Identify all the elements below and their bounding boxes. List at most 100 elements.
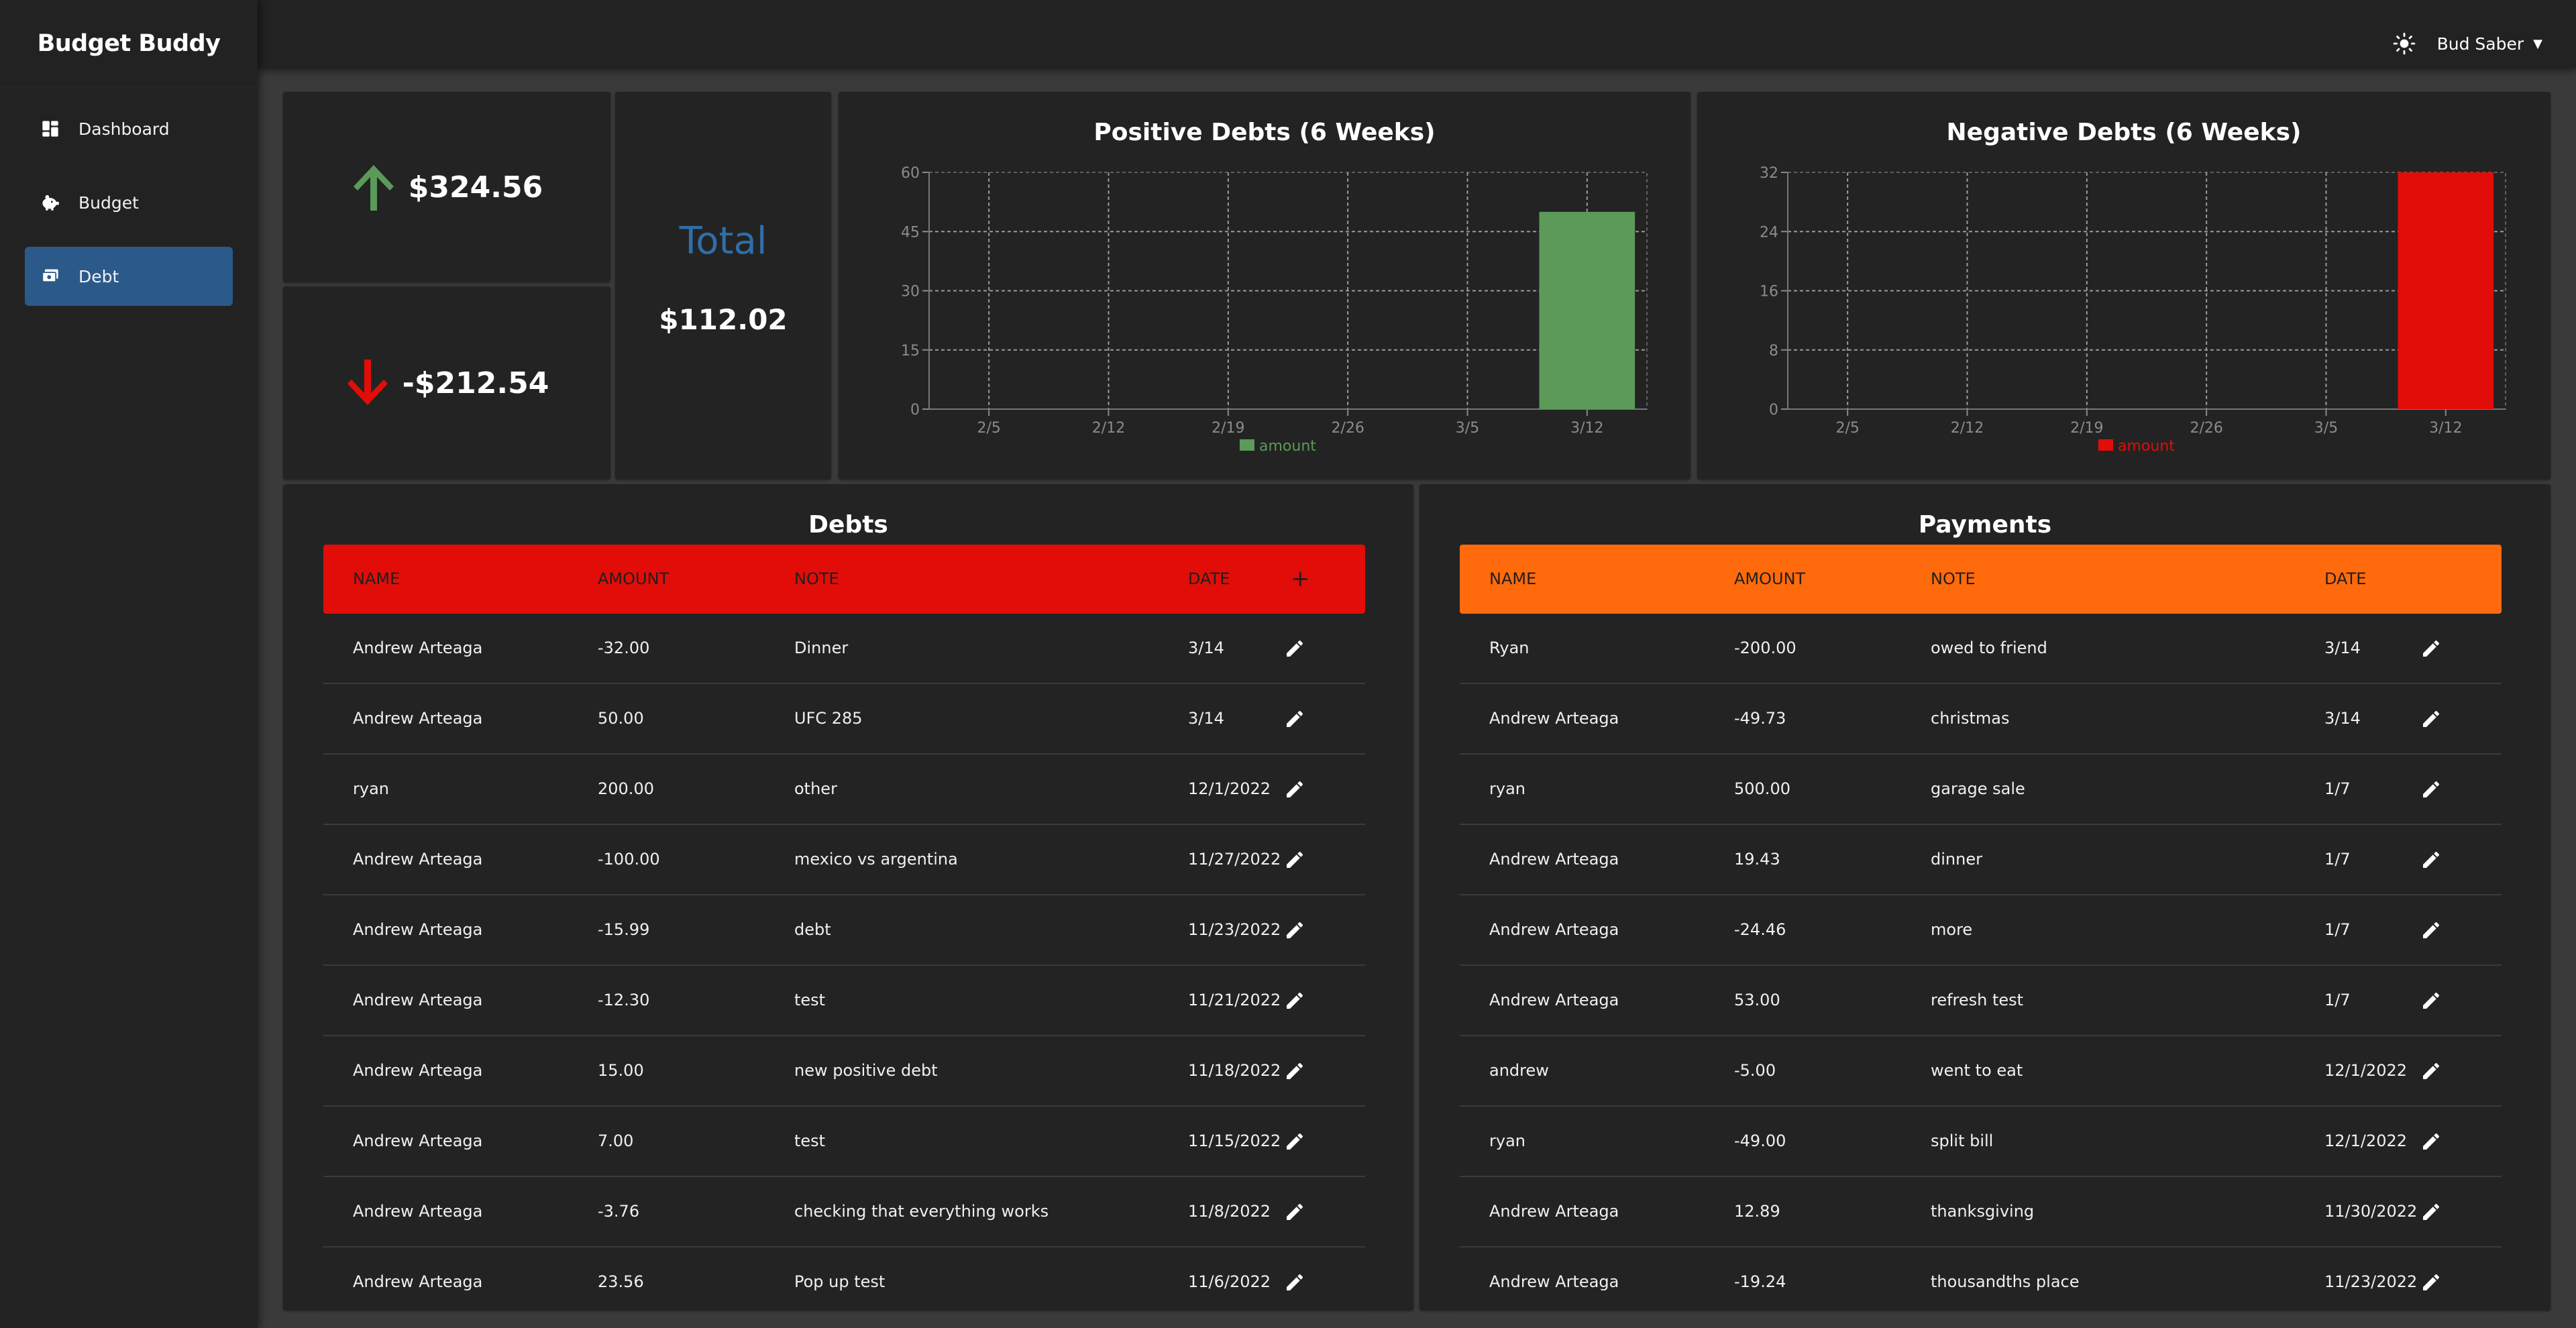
column-header-note[interactable]: NOTE <box>1931 545 1976 614</box>
sidebar-item-debt[interactable]: Debt <box>25 247 233 306</box>
edit-icon[interactable] <box>1284 849 1305 871</box>
payment-cell-amount: 19.43 <box>1734 850 1780 869</box>
payment-cell-name: Andrew Arteaga <box>1489 920 1619 939</box>
edit-icon[interactable] <box>2420 1272 2442 1293</box>
sidebar-item-dashboard[interactable]: Dashboard <box>25 99 233 158</box>
user-menu[interactable]: Bud Saber ▼ <box>2393 0 2542 87</box>
column-header-date[interactable]: DATE <box>1188 545 1230 614</box>
edit-icon[interactable] <box>2420 1201 2442 1223</box>
payment-cell-date: 1/7 <box>2324 991 2351 1009</box>
column-header-amount[interactable]: AMOUNT <box>1734 545 1805 614</box>
total-value: $112.02 <box>659 303 788 336</box>
edit-icon[interactable] <box>1284 779 1305 800</box>
edit-icon[interactable] <box>2420 849 2442 871</box>
payment-cell-date: 1/7 <box>2324 779 2351 798</box>
y-tick-label: 60 <box>901 165 920 182</box>
x-tick-label: 2/12 <box>1092 420 1125 437</box>
debt-cell-date: 11/15/2022 <box>1188 1131 1281 1150</box>
chevron-down-icon[interactable]: ▼ <box>2533 37 2542 51</box>
positive-debts-chart-card: Positive Debts (6 Weeks) 0 15 30 45 60 2/5 2/1… <box>839 92 1690 480</box>
payment-cell-amount: -19.24 <box>1734 1272 1786 1291</box>
payment-cell-amount: -5.00 <box>1734 1061 1776 1080</box>
debt-row: Andrew Arteaga 50.00 UFC 285 3/14 <box>323 684 1365 755</box>
edit-icon[interactable] <box>1284 1131 1305 1152</box>
edit-icon[interactable] <box>2420 779 2442 800</box>
edit-icon[interactable] <box>1284 1272 1305 1293</box>
edit-icon[interactable] <box>1284 920 1305 941</box>
x-tick-label: 2/5 <box>1835 420 1859 437</box>
debt-cell-name: Andrew Arteaga <box>353 1272 483 1291</box>
debt-cell-date: 11/6/2022 <box>1188 1272 1271 1291</box>
app-title: Budget Buddy <box>0 0 258 87</box>
edit-icon[interactable] <box>2420 1060 2442 1082</box>
y-tick-label: 0 <box>910 402 920 419</box>
debt-cell-date: 11/18/2022 <box>1188 1061 1281 1080</box>
total-card: Total $112.02 <box>615 92 831 480</box>
column-header-name[interactable]: NAME <box>1489 545 1536 614</box>
sidebar-item-budget[interactable]: Budget <box>25 173 233 232</box>
user-name[interactable]: Bud Saber <box>2437 34 2524 54</box>
sidebar-item-label: Budget <box>78 192 139 213</box>
debt-cell-amount: -3.76 <box>598 1202 640 1221</box>
money-icon <box>41 267 60 286</box>
payment-cell-amount: -49.00 <box>1734 1131 1786 1150</box>
edit-icon[interactable] <box>2420 708 2442 730</box>
x-tick-label: 2/5 <box>977 420 1000 437</box>
edit-icon[interactable] <box>1284 638 1305 659</box>
payment-cell-amount: -200.00 <box>1734 639 1796 657</box>
arrow-down-icon <box>347 359 388 405</box>
debt-row: Andrew Arteaga 15.00 new positive debt 11/1… <box>323 1036 1365 1107</box>
edit-icon[interactable] <box>1284 708 1305 730</box>
y-tick-label: 30 <box>901 284 920 300</box>
x-tick-label: 2/19 <box>2070 420 2103 437</box>
debt-cell-date: 12/1/2022 <box>1188 779 1271 798</box>
debt-row: ryan 200.00 other 12/1/2022 <box>323 755 1365 825</box>
debt-cell-name: Andrew Arteaga <box>353 1202 483 1221</box>
debt-cell-note: debt <box>794 920 831 939</box>
edit-icon[interactable] <box>2420 1131 2442 1152</box>
debt-cell-amount: 50.00 <box>598 709 644 728</box>
edit-icon[interactable] <box>1284 1201 1305 1223</box>
payment-cell-name: Andrew Arteaga <box>1489 991 1619 1009</box>
x-tick-label: 3/5 <box>2314 420 2338 437</box>
payment-cell-amount: 500.00 <box>1734 779 1790 798</box>
column-header-date[interactable]: DATE <box>2324 545 2366 614</box>
edit-icon[interactable] <box>2420 990 2442 1011</box>
payment-cell-name: Andrew Arteaga <box>1489 1202 1619 1221</box>
y-tick-label: 0 <box>1769 402 1778 419</box>
total-label: Total <box>679 219 767 263</box>
debt-cell-amount: 15.00 <box>598 1061 644 1080</box>
legend-label: amount <box>1259 438 1316 455</box>
debt-row: Andrew Arteaga -100.00 mexico vs argentina… <box>323 825 1365 895</box>
column-header-name[interactable]: NAME <box>353 545 400 614</box>
debts-table-header: NAME AMOUNT NOTE DATE + <box>323 545 1365 614</box>
debt-cell-amount: 200.00 <box>598 779 654 798</box>
edit-icon[interactable] <box>1284 1060 1305 1082</box>
column-header-note[interactable]: NOTE <box>794 545 839 614</box>
payment-cell-date: 3/14 <box>2324 709 2361 728</box>
payment-cell-note: thousandths place <box>1931 1272 2080 1291</box>
debts-title: Debts <box>808 511 888 539</box>
legend-swatch <box>1240 439 1254 451</box>
payment-row: Andrew Arteaga 53.00 refresh test 1/7 <box>1460 966 2502 1036</box>
payment-cell-note: more <box>1931 920 1973 939</box>
debt-cell-name: Andrew Arteaga <box>353 1131 483 1150</box>
debt-cell-date: 3/14 <box>1188 709 1224 728</box>
edit-icon[interactable] <box>1284 990 1305 1011</box>
add-debt-button[interactable]: + <box>1291 545 1310 614</box>
column-header-amount[interactable]: AMOUNT <box>598 545 669 614</box>
debt-cell-date: 11/21/2022 <box>1188 991 1281 1009</box>
y-tick-label: 16 <box>1760 284 1778 300</box>
edit-icon[interactable] <box>2420 920 2442 941</box>
positive-debts-chart: 0 15 30 45 60 2/5 2/12 2/19 2/26 3/5 3/12 amount <box>901 165 1648 455</box>
x-tick-label: 2/12 <box>1951 420 1984 437</box>
arrow-up-icon <box>353 165 394 211</box>
payment-cell-note: refresh test <box>1931 991 2024 1009</box>
negative-total-card: -$212.54 <box>283 286 610 480</box>
payment-cell-note: garage sale <box>1931 779 2025 798</box>
payment-cell-date: 11/30/2022 <box>2324 1202 2418 1221</box>
debt-cell-note: new positive debt <box>794 1061 938 1080</box>
sun-icon[interactable] <box>2393 32 2416 55</box>
debt-row: Andrew Arteaga 23.56 Pop up test 11/6/2022 <box>323 1248 1365 1318</box>
edit-icon[interactable] <box>2420 638 2442 659</box>
